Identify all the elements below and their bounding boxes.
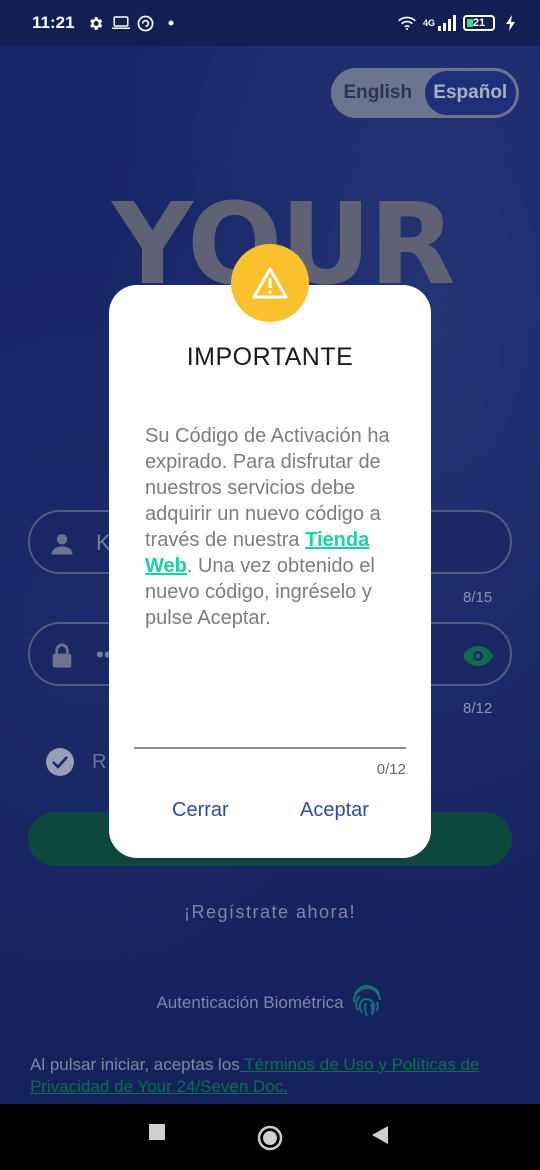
system-navigation-bar (0, 1104, 540, 1170)
warning-icon (231, 244, 309, 322)
charging-bolt-icon (502, 14, 520, 32)
signal-icon (438, 14, 456, 32)
app-notification-icon (137, 14, 155, 32)
activation-code-counter: 0/12 (376, 761, 406, 778)
close-button[interactable]: Cerrar (172, 799, 229, 822)
dialog-title: IMPORTANTE (186, 343, 354, 371)
activation-code-input[interactable] (134, 747, 406, 749)
status-time: 11:21 (32, 13, 75, 32)
status-bar: 11:21 4G 21 (0, 0, 540, 46)
recent-apps-icon[interactable] (149, 1124, 165, 1145)
wifi-icon (398, 14, 416, 32)
battery-indicator: 21 (463, 15, 495, 31)
activation-expired-dialog: IMPORTANTE Su Código de Activación ha ex… (109, 285, 431, 858)
home-icon[interactable] (257, 1125, 283, 1156)
accept-button[interactable]: Aceptar (300, 799, 369, 822)
battery-level: 21 (472, 17, 486, 29)
dialog-message: Su Código de Activación ha expirado. Par… (145, 423, 405, 631)
laptop-icon (111, 14, 130, 32)
network-type-label: 4G (422, 18, 435, 28)
settings-gear-icon (87, 14, 105, 32)
back-icon[interactable] (372, 1126, 388, 1149)
dot-icon (162, 14, 180, 32)
